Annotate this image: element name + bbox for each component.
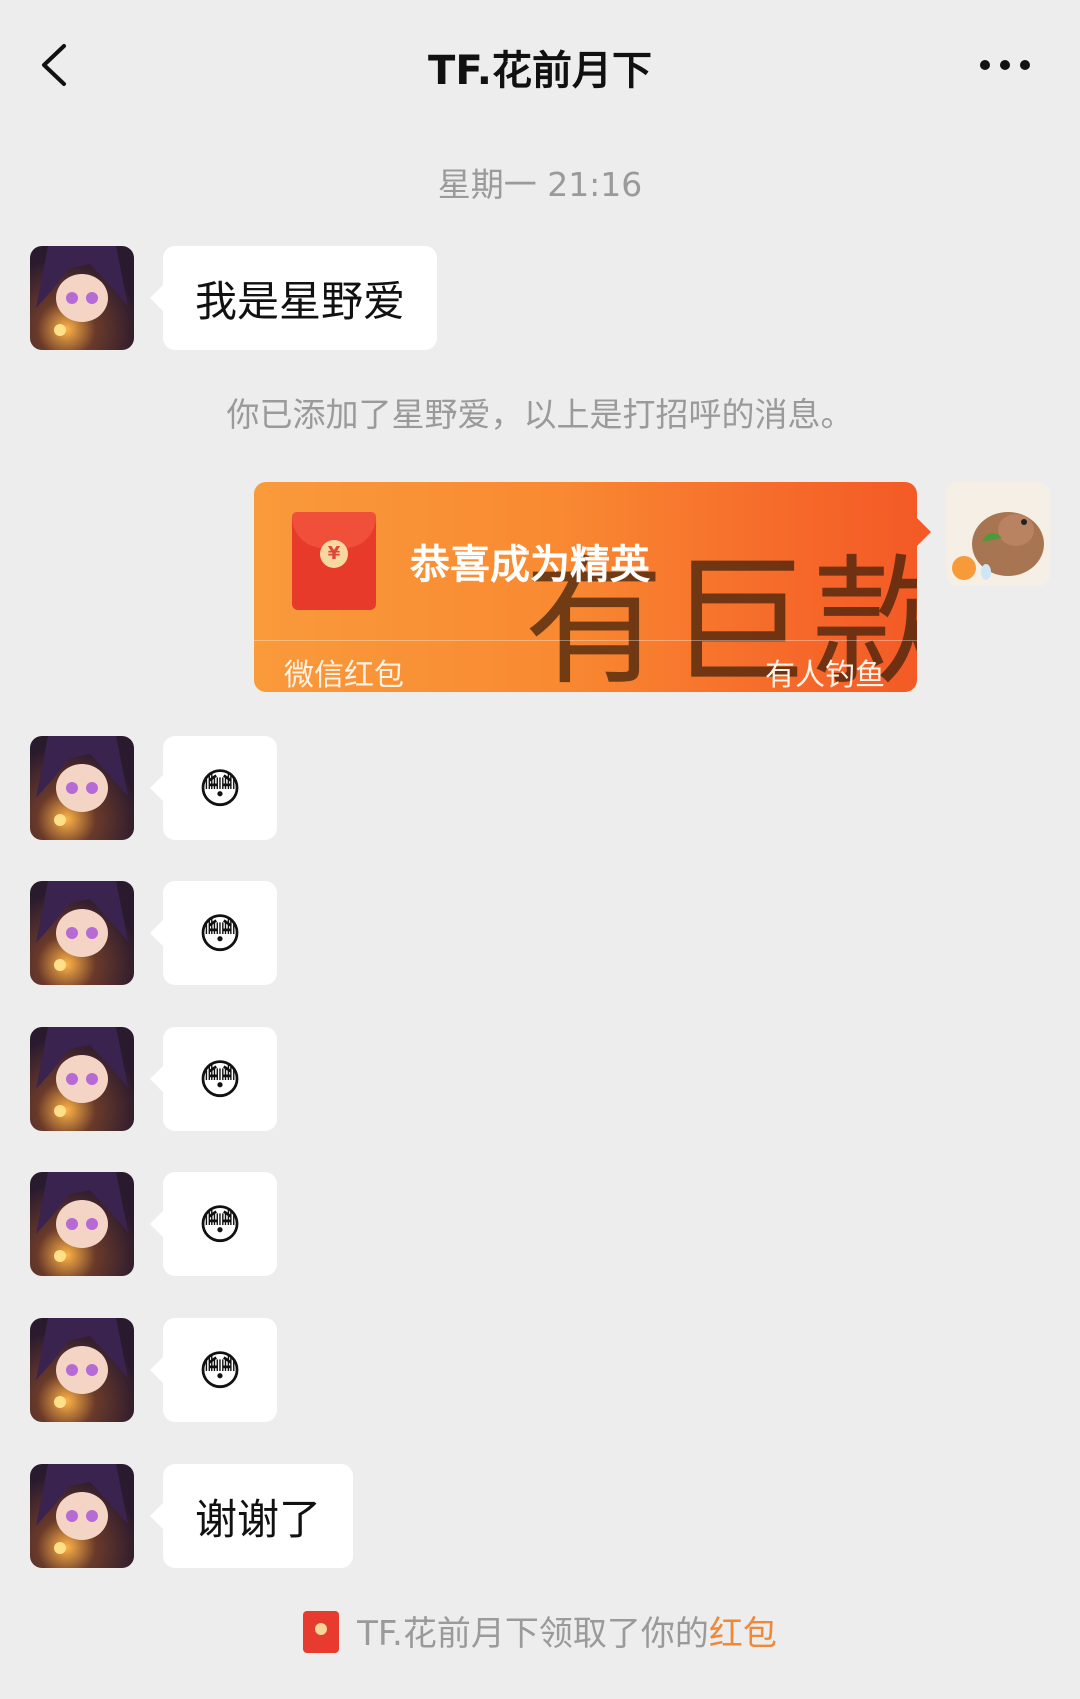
message-text: 我是星野爱 — [195, 276, 406, 326]
contact-avatar[interactable] — [30, 1318, 134, 1422]
message-text: 谢谢了 — [195, 1494, 322, 1544]
red-packet-title: 恭喜成为精英 — [410, 542, 650, 588]
flushed-face-emoji: 😳 — [198, 1199, 242, 1249]
flushed-face-emoji: 😳 — [198, 908, 242, 958]
message-timestamp: 星期一 21:16 — [437, 165, 643, 204]
claim-text: TF.花前月下领取了你的 — [357, 1614, 709, 1654]
yuan-coin-icon: ¥ — [320, 540, 348, 568]
contact-avatar[interactable] — [30, 1464, 134, 1568]
red-packet-link[interactable]: 红包 — [709, 1614, 777, 1654]
more-dots-icon — [980, 60, 1030, 70]
red-packet-divider — [254, 640, 917, 641]
contact-avatar[interactable] — [30, 1172, 134, 1276]
red-packet-claim-notice: TF.花前月下领取了你的红包 — [0, 1606, 1080, 1655]
flushed-face-emoji: 😳 — [198, 763, 242, 813]
contact-avatar[interactable] — [30, 736, 134, 840]
message-bubble[interactable]: 我是星野爱 — [149, 246, 438, 350]
red-packet-subtitle: 有人钓鱼 — [765, 658, 885, 692]
emoji-message-bubble[interactable]: 😳 — [150, 881, 277, 985]
system-notice: 你已添加了星野爱，以上是打招呼的消息。 — [226, 395, 854, 434]
flushed-face-emoji: 😳 — [198, 1345, 242, 1395]
red-envelope-icon — [303, 1611, 340, 1653]
contact-avatar[interactable] — [30, 881, 134, 985]
chat-title: TF.花前月下 — [428, 48, 652, 94]
flushed-face-emoji: 😳 — [198, 1054, 242, 1104]
emoji-message-bubble[interactable]: 😳 — [150, 1318, 277, 1422]
red-packet-card[interactable]: 有巨款 ¥ 恭喜成为精英 微信红包 有人钓鱼 — [254, 482, 917, 692]
my-avatar[interactable] — [946, 482, 1050, 586]
emoji-message-bubble[interactable]: 😳 — [150, 1027, 277, 1131]
red-packet-label: 微信红包 — [284, 658, 404, 692]
bubble-tail — [917, 518, 931, 546]
contact-avatar[interactable] — [30, 246, 134, 350]
emoji-message-bubble[interactable]: 😳 — [150, 1172, 277, 1276]
contact-avatar[interactable] — [30, 1027, 134, 1131]
red-envelope-icon: ¥ — [292, 512, 376, 610]
emoji-message-bubble[interactable]: 😳 — [150, 736, 277, 840]
message-bubble[interactable]: 谢谢了 — [149, 1464, 354, 1568]
chat-header: TF.花前月下 — [0, 0, 1080, 130]
more-button[interactable] — [975, 50, 1035, 80]
